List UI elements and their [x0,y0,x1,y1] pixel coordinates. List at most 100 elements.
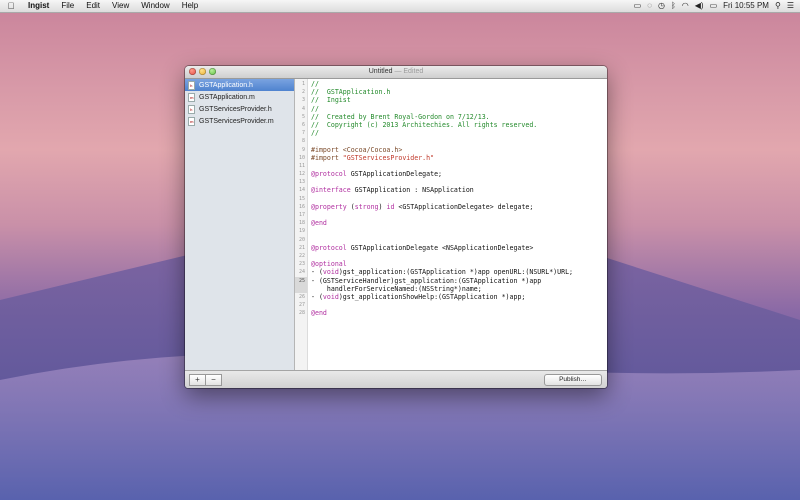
code-line[interactable]: // GSTApplication.h [311,88,607,96]
editor-window: Untitled — Edited h GSTApplication.h m G… [185,66,607,388]
bluetooth-icon[interactable]: ᛒ [671,0,676,12]
menu-window[interactable]: Window [135,0,175,12]
line-number: 18 [298,220,305,227]
line-number: 15 [298,195,305,202]
implementation-file-icon: m [188,116,195,126]
line-number: 26 [298,293,305,300]
battery-icon[interactable]: ▭ [710,0,718,12]
implementation-file-icon: m [188,92,195,102]
line-number: 6 [301,121,305,128]
file-name: GSTApplication.h [199,81,253,89]
menu-file[interactable]: File [55,0,80,12]
file-name: GSTApplication.m [199,93,255,101]
code-line[interactable]: // Ingist [311,96,607,104]
wifi-icon[interactable]: ◠ [682,0,689,12]
zoom-window-button[interactable] [209,68,216,75]
code-line[interactable]: @property (strong) id <GSTApplicationDel… [311,203,607,211]
file-list-item[interactable]: h GSTApplication.h [185,79,294,91]
line-number: 10 [298,154,305,161]
header-file-icon: h [188,104,195,114]
file-name: GSTServicesProvider.m [199,117,274,125]
code-line[interactable]: @interface GSTApplication : NSApplicatio… [311,186,607,194]
code-line[interactable]: @protocol GSTApplicationDelegate <NSAppl… [311,244,607,252]
code-line[interactable]: @end [311,219,607,227]
line-number: 3 [301,97,305,104]
menu-bar:  Ingist File Edit View Window Help ▭ ◌ … [0,0,800,13]
code-line[interactable]: @protocol GSTApplicationDelegate; [311,170,607,178]
window-edited-status: — Edited [394,68,424,75]
line-number: 21 [298,244,305,251]
window-title: Untitled [368,68,393,75]
line-number: 8 [301,138,305,145]
file-list-item[interactable]: h GSTServicesProvider.h [185,103,294,115]
code-line[interactable]: // [311,129,607,137]
code-line[interactable]: #import <Cocoa/Cocoa.h> [311,146,607,154]
time-machine-icon[interactable]: ◷ [658,0,665,12]
code-line[interactable]: // [311,80,607,88]
close-window-button[interactable] [189,68,196,75]
publish-button[interactable]: Publish… [544,374,602,386]
line-number: 9 [301,146,305,153]
file-list-item[interactable]: m GSTApplication.m [185,91,294,103]
line-number: 7 [301,130,305,137]
code-line[interactable]: @end [311,309,607,317]
line-number: 5 [301,113,305,120]
line-number: 2 [301,89,305,96]
line-number: 23 [298,261,305,268]
line-number: 12 [298,171,305,178]
code-line[interactable]: - (void)gst_applicationShowHelp:(GSTAppl… [311,293,607,301]
line-number: 14 [298,187,305,194]
line-number: 24 [298,269,305,276]
code-text-area[interactable]: //// GSTApplication.h// Ingist//// Creat… [308,79,607,370]
minimize-window-button[interactable] [199,68,206,75]
line-number: 16 [298,203,305,210]
line-number: 4 [301,105,305,112]
file-name: GSTServicesProvider.h [199,105,272,113]
line-number: 1 [301,81,305,87]
notification-center-icon[interactable]: ☰ [787,0,794,12]
code-line[interactable]: - (GSTServiceHandler)gst_application:(GS… [311,277,607,285]
code-line[interactable] [311,227,607,235]
code-line[interactable]: // [311,105,607,113]
code-line[interactable]: - (void)gst_application:(GSTApplication … [311,268,607,276]
volume-icon[interactable]: ◀) [695,0,704,12]
spotlight-icon[interactable]: ⚲ [775,0,781,12]
menu-clock[interactable]: Fri 10:55 PM [723,0,769,12]
menu-help[interactable]: Help [176,0,204,12]
airplay-icon[interactable]: ▭ [634,0,642,12]
line-number: 13 [298,179,305,186]
line-number: 17 [298,212,305,218]
code-line[interactable]: // Created by Brent Royal-Gordon on 7/12… [311,113,607,121]
line-number: 19 [298,228,305,235]
menu-app-name[interactable]: Ingist [22,0,55,12]
code-line[interactable] [311,236,607,244]
code-line[interactable] [311,252,607,260]
code-line[interactable] [311,137,607,145]
code-line[interactable] [311,162,607,170]
add-file-button[interactable]: + [189,374,206,386]
apple-icon[interactable]:  [0,1,22,11]
line-number: 27 [298,302,305,309]
menu-edit[interactable]: Edit [80,0,106,12]
menu-view[interactable]: View [106,0,135,12]
line-number: 20 [298,236,305,243]
code-line[interactable]: #import "GSTServicesProvider.h" [311,154,607,162]
code-line[interactable]: @optional [311,260,607,268]
code-line[interactable] [311,211,607,219]
remove-file-button[interactable]: − [206,374,222,386]
line-number: 25 [295,276,307,285]
line-number: 22 [298,252,305,259]
code-editor[interactable]: 1 2 3 4 5 6 7 8 9 10 11 12 13 14 15 16 17 18 19 20 21 22 23 24 2… [295,79,607,370]
code-line[interactable]: // Copyright (c) 2013 Architechies. All … [311,121,607,129]
file-list-sidebar: h GSTApplication.h m GSTApplication.m h … [185,79,295,370]
line-number: 11 [298,162,305,169]
code-line[interactable] [311,178,607,186]
sync-icon[interactable]: ◌ [647,0,652,12]
line-number [295,284,307,293]
code-line[interactable] [311,195,607,203]
window-titlebar[interactable]: Untitled — Edited [185,66,607,79]
code-line[interactable]: handlerForServiceNamed:(NSString*)name; [311,285,607,293]
line-number: 28 [298,310,305,317]
code-line[interactable] [311,301,607,309]
file-list-item[interactable]: m GSTServicesProvider.m [185,115,294,127]
